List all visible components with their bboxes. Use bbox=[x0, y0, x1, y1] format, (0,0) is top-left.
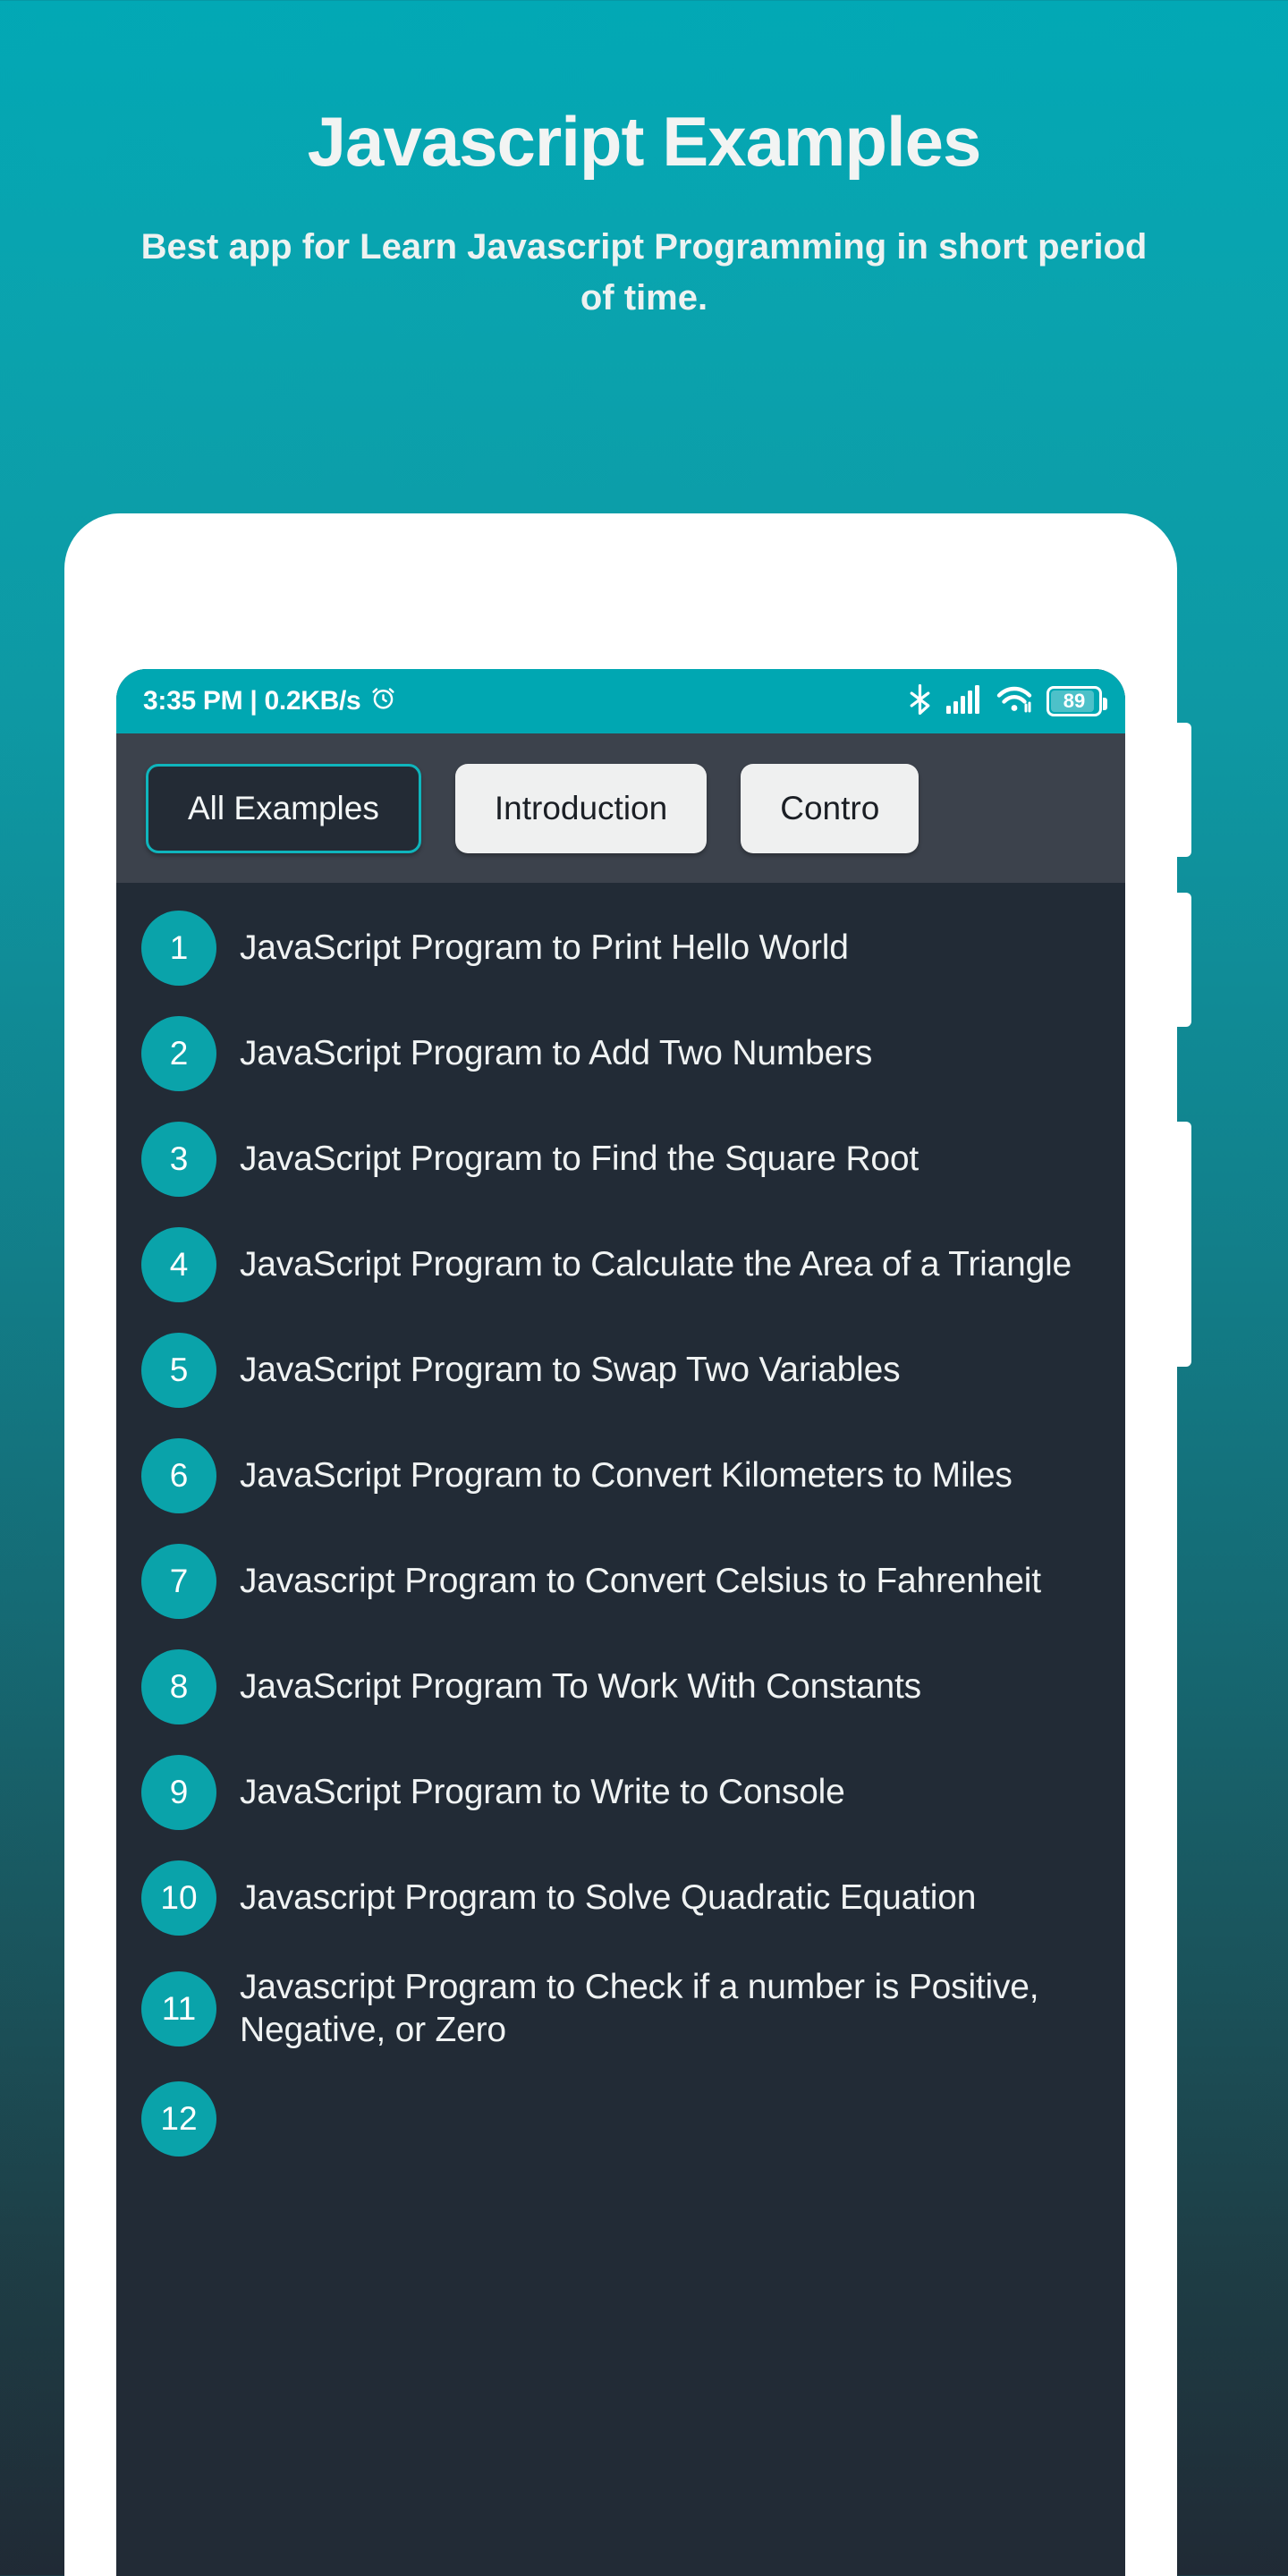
list-item-title: JavaScript Program to Find the Square Ro… bbox=[240, 1140, 919, 1179]
status-bar-left: 3:35 PM | 0.2KB/s bbox=[143, 684, 397, 719]
tab-all-examples[interactable]: All Examples bbox=[146, 763, 421, 853]
list-item-title: JavaScript Program to Add Two Numbers bbox=[240, 1034, 873, 1073]
promo-header: Javascript Examples Best app for Learn J… bbox=[0, 0, 1288, 323]
list-item-number: 2 bbox=[141, 1016, 216, 1091]
tab-control-flow[interactable]: Contro bbox=[741, 763, 919, 853]
list-item[interactable]: 4 JavaScript Program to Calculate the Ar… bbox=[116, 1212, 1125, 1318]
list-item[interactable]: 8 JavaScript Program To Work With Consta… bbox=[116, 1634, 1125, 1740]
list-item[interactable]: 6 JavaScript Program to Convert Kilomete… bbox=[116, 1423, 1125, 1529]
power-button[interactable] bbox=[1177, 1122, 1191, 1367]
battery-level: 89 bbox=[1063, 690, 1086, 712]
battery-icon: 89 bbox=[1046, 686, 1107, 716]
list-item[interactable]: 12 bbox=[116, 2066, 1125, 2172]
list-item[interactable]: 7 Javascript Program to Convert Celsius … bbox=[116, 1529, 1125, 1634]
list-item-number: 4 bbox=[141, 1227, 216, 1302]
tab-introduction-label: Introduction bbox=[494, 789, 668, 826]
volume-down-button[interactable] bbox=[1177, 893, 1191, 1027]
category-tab-bar[interactable]: All Examples Introduction Contro bbox=[116, 733, 1125, 883]
tab-control-flow-label: Contro bbox=[780, 789, 880, 826]
alarm-icon bbox=[369, 684, 397, 719]
list-item-title: Javascript Program to Solve Quadratic Eq… bbox=[240, 1878, 977, 1918]
tab-all-examples-label: All Examples bbox=[188, 789, 379, 826]
status-bar-right: 89 bbox=[908, 683, 1107, 719]
list-item-number: 7 bbox=[141, 1544, 216, 1619]
bluetooth-icon bbox=[908, 683, 932, 719]
list-item[interactable]: 5 JavaScript Program to Swap Two Variabl… bbox=[116, 1318, 1125, 1423]
list-item-number: 11 bbox=[141, 1970, 216, 2046]
phone-screen: 3:35 PM | 0.2KB/s 89 All Examples Introd… bbox=[116, 669, 1125, 2576]
list-item[interactable]: 3 JavaScript Program to Find the Square … bbox=[116, 1106, 1125, 1212]
list-item-title: JavaScript Program To Work With Constant… bbox=[240, 1667, 921, 1707]
status-bar: 3:35 PM | 0.2KB/s 89 bbox=[116, 669, 1125, 733]
tab-introduction[interactable]: Introduction bbox=[454, 763, 708, 853]
cellular-signal-icon bbox=[946, 684, 982, 718]
list-item[interactable]: 10 Javascript Program to Solve Quadratic… bbox=[116, 1845, 1125, 1951]
list-item-title: JavaScript Program to Swap Two Variables bbox=[240, 1351, 901, 1390]
status-time-and-speed: 3:35 PM | 0.2KB/s bbox=[143, 686, 361, 716]
volume-up-button[interactable] bbox=[1177, 723, 1191, 857]
list-item-title: JavaScript Program to Convert Kilometers… bbox=[240, 1456, 1013, 1496]
phone-mockup: 3:35 PM | 0.2KB/s 89 All Examples Introd… bbox=[64, 513, 1224, 2576]
list-item-number: 1 bbox=[141, 911, 216, 986]
list-item[interactable]: 9 JavaScript Program to Write to Console bbox=[116, 1740, 1125, 1845]
examples-list[interactable]: 1 JavaScript Program to Print Hello Worl… bbox=[116, 883, 1125, 2576]
list-item-number: 6 bbox=[141, 1438, 216, 1513]
list-item-number: 9 bbox=[141, 1755, 216, 1830]
list-item-number: 8 bbox=[141, 1649, 216, 1724]
list-item[interactable]: 2 JavaScript Program to Add Two Numbers bbox=[116, 1001, 1125, 1106]
list-item-title: JavaScript Program to Print Hello World bbox=[240, 928, 849, 968]
list-item[interactable]: 1 JavaScript Program to Print Hello Worl… bbox=[116, 895, 1125, 1001]
list-item-number: 5 bbox=[141, 1333, 216, 1408]
page-title: Javascript Examples bbox=[307, 102, 982, 181]
list-item[interactable]: 11 Javascript Program to Check if a numb… bbox=[116, 1951, 1125, 2066]
list-item-number: 12 bbox=[141, 2081, 216, 2157]
list-item-title: JavaScript Program to Write to Console bbox=[240, 1773, 845, 1812]
list-item-title: Javascript Program to Convert Celsius to… bbox=[240, 1562, 1041, 1601]
list-item-title: Javascript Program to Check if a number … bbox=[240, 1968, 1039, 2049]
list-item-number: 3 bbox=[141, 1122, 216, 1197]
list-item-number: 10 bbox=[141, 1860, 216, 1936]
wifi-icon bbox=[996, 685, 1032, 718]
list-item-title: JavaScript Program to Calculate the Area… bbox=[240, 1245, 1072, 1284]
promo-subtitle: Best app for Learn Javascript Programmin… bbox=[140, 226, 1148, 318]
